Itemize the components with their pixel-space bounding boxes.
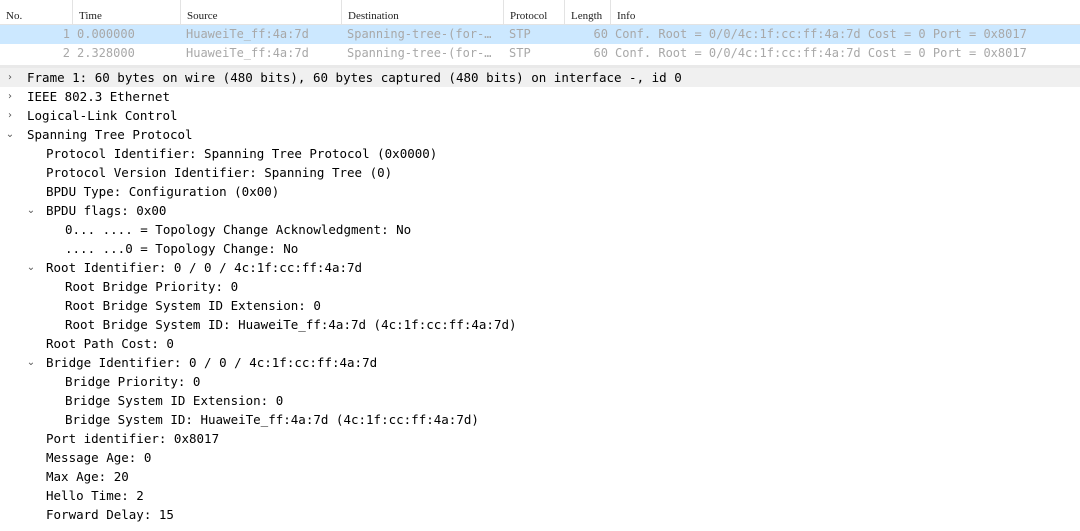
tree-field-label: .... ...0 = Topology Change: No	[65, 241, 299, 256]
tree-item-label: Root Identifier: 0 / 0 / 4c:1f:cc:ff:4a:…	[46, 260, 363, 275]
tree-item-root-identifier[interactable]: ⌄ Root Identifier: 0 / 0 / 4c:1f:cc:ff:4…	[0, 258, 1080, 277]
tree-field-bridge-sysid[interactable]: Bridge System ID: HuaweiTe_ff:4a:7d (4c:…	[0, 410, 1080, 429]
chevron-down-icon[interactable]: ⌄	[25, 258, 37, 277]
tree-field-label: Message Age: 0	[46, 450, 152, 465]
packet-row-2[interactable]: 2 2.328000 HuaweiTe_ff:4a:7d Spanning-tr…	[0, 44, 1080, 63]
tree-field-label: Protocol Identifier: Spanning Tree Proto…	[46, 146, 438, 161]
packet-length: 60	[593, 46, 608, 60]
tree-field-forward-delay[interactable]: Forward Delay: 15	[0, 505, 1080, 524]
tree-field-root-path-cost[interactable]: Root Path Cost: 0	[0, 334, 1080, 353]
tree-field-root-bridge-priority[interactable]: Root Bridge Priority: 0	[0, 277, 1080, 296]
packet-list-pane: No. Time Source Destination Protocol Len…	[0, 0, 1080, 64]
wireshark-window: No. Time Source Destination Protocol Len…	[0, 0, 1080, 531]
column-header-no[interactable]: No.	[0, 0, 72, 24]
column-header-protocol[interactable]: Protocol	[503, 0, 564, 24]
tree-field-label: Protocol Version Identifier: Spanning Tr…	[46, 165, 393, 180]
tree-field-bpdu-type[interactable]: BPDU Type: Configuration (0x00)	[0, 182, 1080, 201]
packet-no: 1	[62, 27, 70, 41]
packet-length: 60	[593, 27, 608, 41]
tree-field-label: Root Path Cost: 0	[46, 336, 174, 351]
tree-field-flag-tca[interactable]: 0... .... = Topology Change Acknowledgme…	[0, 220, 1080, 239]
chevron-down-icon[interactable]: ⌄	[4, 125, 16, 144]
tree-item-label: BPDU flags: 0x00	[46, 203, 167, 218]
tree-field-hello-time[interactable]: Hello Time: 2	[0, 486, 1080, 505]
tree-field-label: Root Bridge System ID: HuaweiTe_ff:4a:7d…	[65, 317, 517, 332]
packet-time: 0.000000	[77, 27, 135, 41]
tree-field-label: Bridge Priority: 0	[65, 374, 201, 389]
tree-item-llc[interactable]: › Logical-Link Control	[0, 106, 1080, 125]
tree-field-label: Bridge System ID Extension: 0	[65, 393, 284, 408]
packet-details-pane: › Frame 1: 60 bytes on wire (480 bits), …	[0, 68, 1080, 531]
tree-field-label: Port identifier: 0x8017	[46, 431, 220, 446]
tree-field-bridge-sysid-ext[interactable]: Bridge System ID Extension: 0	[0, 391, 1080, 410]
tree-item-label: Spanning Tree Protocol	[27, 127, 193, 142]
tree-field-label: Hello Time: 2	[46, 488, 144, 503]
tree-field-protocol-version[interactable]: Protocol Version Identifier: Spanning Tr…	[0, 163, 1080, 182]
packet-destination: Spanning-tree-(for-…	[347, 46, 492, 60]
packet-info: Conf. Root = 0/0/4c:1f:cc:ff:4a:7d Cost …	[615, 46, 1027, 60]
packet-protocol: STP	[509, 27, 531, 41]
column-header-destination[interactable]: Destination	[341, 0, 503, 24]
column-header-length[interactable]: Length	[564, 0, 610, 24]
chevron-right-icon[interactable]: ›	[4, 87, 16, 106]
chevron-down-icon[interactable]: ⌄	[25, 201, 37, 220]
chevron-down-icon[interactable]: ⌄	[25, 353, 37, 372]
tree-item-bridge-identifier[interactable]: ⌄ Bridge Identifier: 0 / 0 / 4c:1f:cc:ff…	[0, 353, 1080, 372]
tree-field-max-age[interactable]: Max Age: 20	[0, 467, 1080, 486]
tree-item-label: IEEE 802.3 Ethernet	[27, 89, 170, 104]
tree-field-root-bridge-sysid[interactable]: Root Bridge System ID: HuaweiTe_ff:4a:7d…	[0, 315, 1080, 334]
column-header-source[interactable]: Source	[180, 0, 341, 24]
packet-source: HuaweiTe_ff:4a:7d	[186, 46, 309, 60]
packet-source: HuaweiTe_ff:4a:7d	[186, 27, 309, 41]
tree-item-ethernet[interactable]: › IEEE 802.3 Ethernet	[0, 87, 1080, 106]
tree-field-port-identifier[interactable]: Port identifier: 0x8017	[0, 429, 1080, 448]
tree-field-label: Forward Delay: 15	[46, 507, 174, 522]
tree-field-label: 0... .... = Topology Change Acknowledgme…	[65, 222, 412, 237]
packet-info: Conf. Root = 0/0/4c:1f:cc:ff:4a:7d Cost …	[615, 27, 1027, 41]
packet-protocol: STP	[509, 46, 531, 60]
packet-row-1[interactable]: 1 0.000000 HuaweiTe_ff:4a:7d Spanning-tr…	[0, 25, 1080, 44]
tree-field-label: Root Bridge Priority: 0	[65, 279, 239, 294]
column-header-time[interactable]: Time	[72, 0, 180, 24]
tree-item-label: Bridge Identifier: 0 / 0 / 4c:1f:cc:ff:4…	[46, 355, 378, 370]
tree-field-bridge-priority[interactable]: Bridge Priority: 0	[0, 372, 1080, 391]
packet-list-header: No. Time Source Destination Protocol Len…	[0, 0, 1080, 25]
tree-field-message-age[interactable]: Message Age: 0	[0, 448, 1080, 467]
tree-item-stp[interactable]: ⌄ Spanning Tree Protocol	[0, 125, 1080, 144]
packet-time: 2.328000	[77, 46, 135, 60]
tree-item-label: Frame 1: 60 bytes on wire (480 bits), 60…	[27, 70, 682, 85]
chevron-right-icon[interactable]: ›	[4, 106, 16, 125]
packet-destination: Spanning-tree-(for-…	[347, 27, 492, 41]
tree-field-label: BPDU Type: Configuration (0x00)	[46, 184, 280, 199]
tree-item-bpdu-flags[interactable]: ⌄ BPDU flags: 0x00	[0, 201, 1080, 220]
tree-field-flag-tc[interactable]: .... ...0 = Topology Change: No	[0, 239, 1080, 258]
tree-item-label: Logical-Link Control	[27, 108, 178, 123]
chevron-right-icon[interactable]: ›	[4, 68, 16, 87]
tree-item-frame[interactable]: › Frame 1: 60 bytes on wire (480 bits), …	[0, 68, 1080, 87]
tree-field-label: Max Age: 20	[46, 469, 129, 484]
tree-field-root-bridge-sysid-ext[interactable]: Root Bridge System ID Extension: 0	[0, 296, 1080, 315]
packet-no: 2	[62, 46, 70, 60]
tree-field-label: Bridge System ID: HuaweiTe_ff:4a:7d (4c:…	[65, 412, 479, 427]
column-header-info[interactable]: Info	[610, 0, 1080, 24]
tree-field-label: Root Bridge System ID Extension: 0	[65, 298, 321, 313]
tree-field-protocol-identifier[interactable]: Protocol Identifier: Spanning Tree Proto…	[0, 144, 1080, 163]
